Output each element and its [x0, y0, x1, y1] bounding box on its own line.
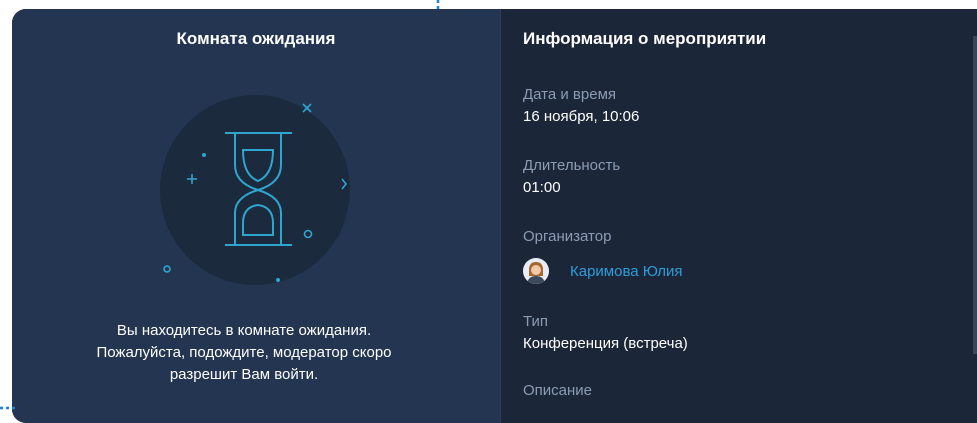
date-label: Дата и время	[523, 86, 617, 103]
type-label: Тип	[523, 313, 549, 330]
duration-value: 01:00	[523, 179, 561, 196]
waiting-message: Вы находитесь в комнате ожидания. Пожалу…	[96, 322, 392, 383]
hourglass-illustration	[160, 95, 350, 285]
waiting-room-title: Комната ожидания	[176, 29, 336, 48]
organizer-label: Организатор	[523, 228, 612, 245]
organizer-name-link[interactable]: Каримова Юлия	[570, 263, 683, 280]
guide-dot-bottom	[0, 406, 16, 410]
description-label: Описание	[523, 382, 593, 399]
type-value: Конференция (встреча)	[523, 335, 688, 352]
panel-divider	[500, 9, 501, 423]
date-value: 16 ноября, 10:06	[523, 108, 640, 125]
duration-label: Длительность	[523, 157, 621, 174]
organizer-row[interactable]: Каримова Юлия	[523, 258, 683, 284]
info-scrollbar[interactable]	[973, 36, 977, 354]
ring-icon	[163, 265, 171, 273]
event-info-title: Информация о мероприятии	[523, 29, 767, 48]
organizer-avatar[interactable]	[523, 258, 549, 284]
event-info-panel	[500, 9, 977, 423]
